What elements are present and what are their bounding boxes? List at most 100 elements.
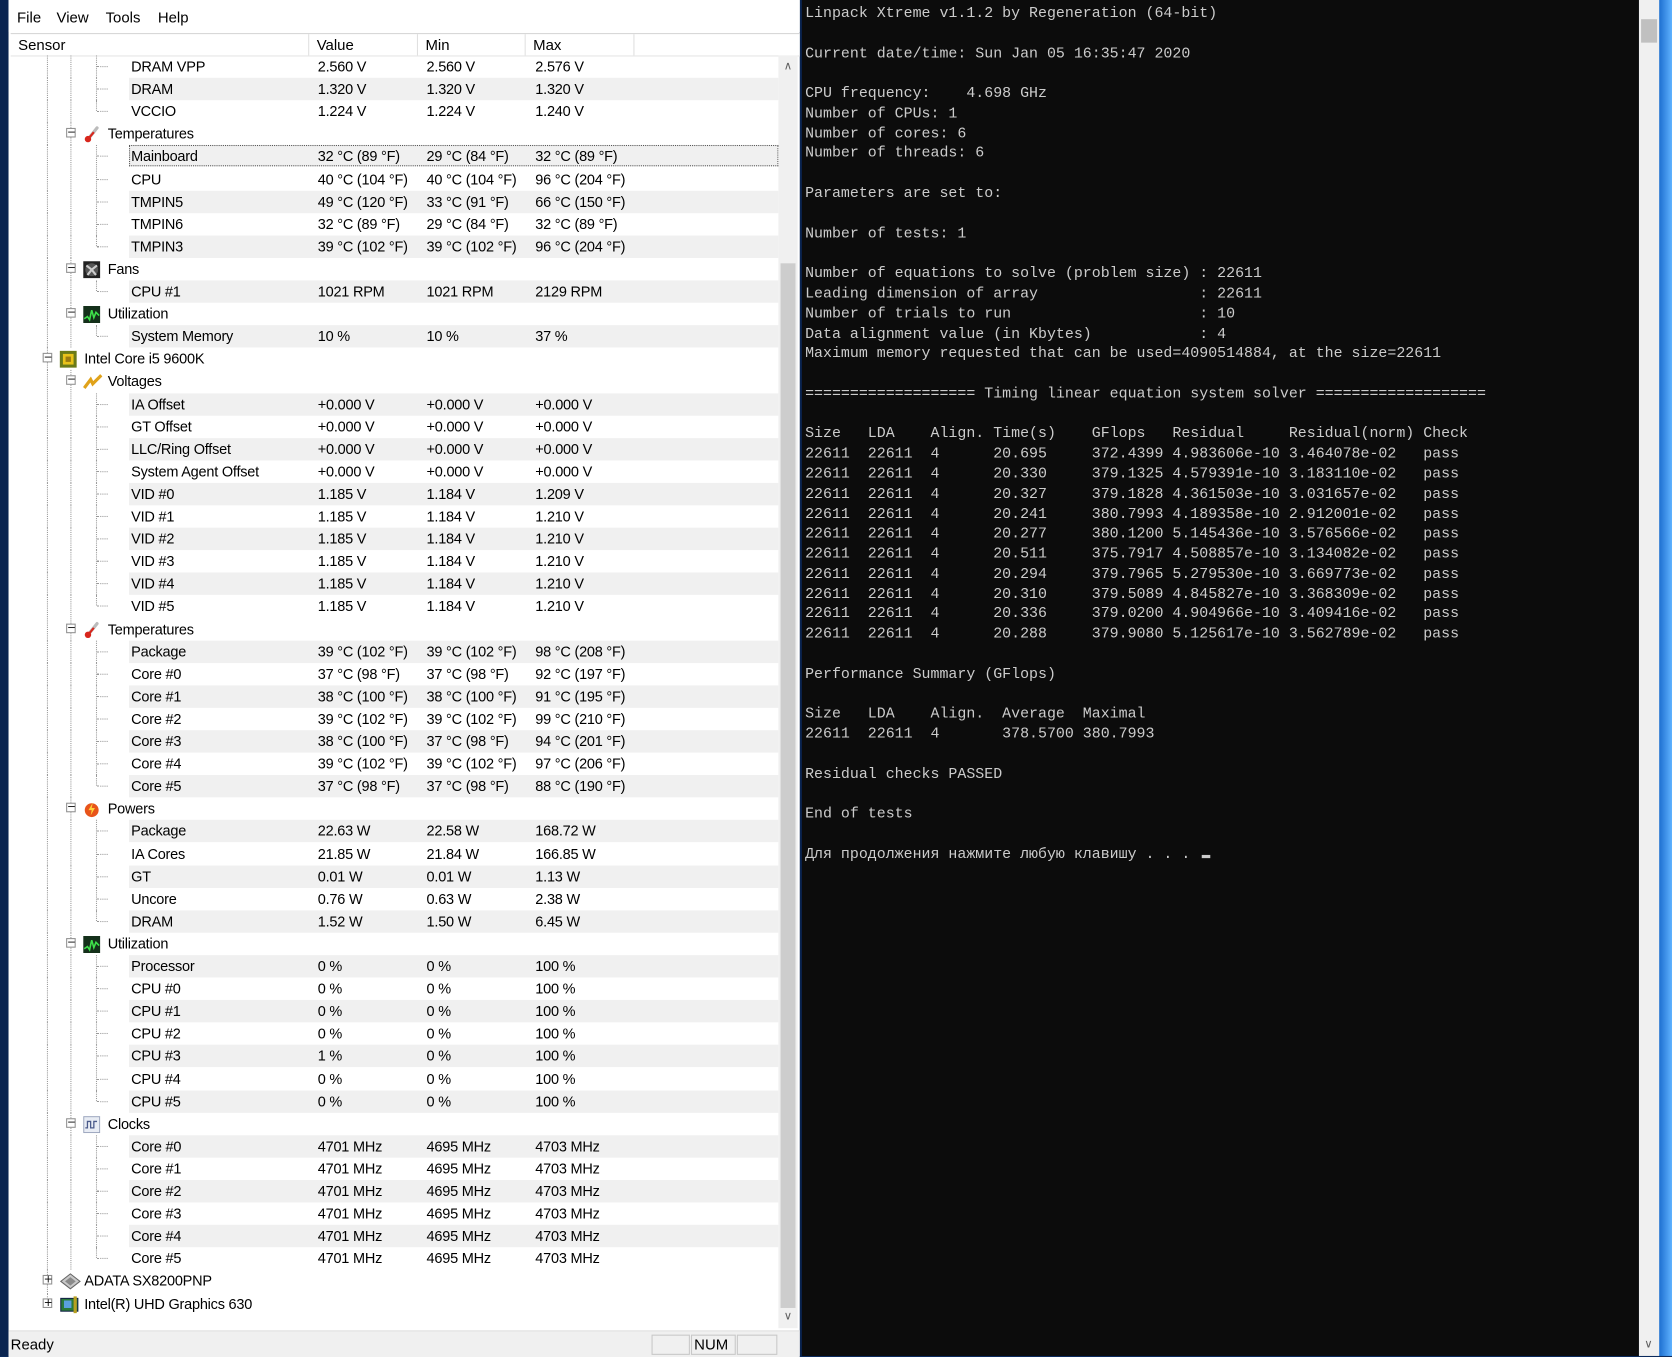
- tree-guide: [46, 1112, 48, 1135]
- sensor-row[interactable]: Uncore 0.76 W 0.63 W 2.38 W: [11, 887, 779, 911]
- scroll-down-arrow-icon[interactable]: ∨: [778, 1308, 797, 1326]
- sensor-row[interactable]: CPU #1 0 % 0 % 100 %: [11, 1000, 779, 1023]
- sensor-row[interactable]: GT Offset +0.000 V +0.000 V +0.000 V: [11, 415, 779, 438]
- collapse-icon[interactable]: −: [42, 353, 53, 363]
- sensor-row[interactable]: DRAM 1.52 W 1.50 W 6.45 W: [11, 910, 779, 933]
- sensor-min: 0.01 W: [426, 868, 472, 885]
- sensor-row[interactable]: VID #5 1.185 V 1.184 V 1.210 V: [11, 595, 779, 618]
- sensor-row[interactable]: VID #4 1.185 V 1.184 V 1.210 V: [11, 572, 779, 596]
- collapse-icon[interactable]: −: [66, 375, 76, 386]
- sensor-row[interactable]: CPU 40 °C (104 °F) 40 °C (104 °F) 96 °C (20…: [11, 167, 779, 191]
- column-min[interactable]: Min: [418, 34, 526, 56]
- tree-group-row[interactable]: − Powers: [11, 797, 779, 821]
- sensor-row[interactable]: Core #4 39 °C (102 °F) 39 °C (102 °F) 97 °C…: [11, 752, 779, 776]
- sensor-row[interactable]: Mainboard 32 °C (89 °F) 29 °C (84 °F) 32 °C…: [11, 145, 779, 168]
- collapse-icon[interactable]: −: [66, 263, 76, 273]
- scroll-up-arrow-icon[interactable]: ∧: [778, 58, 797, 76]
- sensor-label: Core #1: [131, 1160, 182, 1177]
- sensor-row[interactable]: Core #4 4701 MHz 4695 MHz 4703 MHz: [11, 1225, 779, 1248]
- sensor-row[interactable]: CPU #2 0 % 0 % 100 %: [11, 1022, 779, 1045]
- tree-group-row[interactable]: − Utilization: [11, 932, 779, 956]
- collapse-icon[interactable]: −: [66, 128, 76, 138]
- sensor-row[interactable]: DRAM 1.320 V 1.320 V 1.320 V: [11, 77, 779, 101]
- column-value[interactable]: Value: [309, 34, 419, 56]
- column-sensor[interactable]: Sensor: [11, 34, 310, 56]
- sensor-row[interactable]: Core #0 37 °C (98 °F) 37 °C (98 °F) 92 °C (…: [11, 662, 779, 686]
- sensor-row[interactable]: Core #1 38 °C (100 °F) 38 °C (100 °F) 91 °C…: [11, 685, 779, 708]
- console-scrollbar[interactable]: ∨: [1638, 0, 1660, 1356]
- sensor-row[interactable]: IA Offset +0.000 V +0.000 V +0.000 V: [11, 392, 779, 416]
- menu-file[interactable]: File: [17, 9, 41, 26]
- sensor-row[interactable]: VID #3 1.185 V 1.184 V 1.210 V: [11, 550, 779, 573]
- sensor-row[interactable]: CPU #0 0 % 0 % 100 %: [11, 977, 779, 1001]
- tree-scrollbar[interactable]: ∧ ∨: [778, 55, 798, 1329]
- sensor-row[interactable]: Core #3 38 °C (100 °F) 37 °C (98 °F) 94 °C …: [11, 730, 779, 753]
- expand-icon[interactable]: +: [42, 1275, 53, 1285]
- expand-icon[interactable]: +: [42, 1297, 53, 1308]
- sensor-label: GT: [131, 868, 151, 885]
- console-line: CPU frequency: 4.698 GHz: [805, 84, 1486, 104]
- sensor-row[interactable]: IA Cores 21.85 W 21.84 W 166.85 W: [11, 842, 779, 866]
- tree-group-row[interactable]: − Temperatures: [11, 122, 779, 146]
- sensor-row[interactable]: TMPIN5 49 °C (120 °F) 33 °C (91 °F) 66 °C (…: [11, 190, 779, 213]
- sensor-row[interactable]: Core #2 39 °C (102 °F) 39 °C (102 °F) 99 °C…: [11, 707, 779, 731]
- sensor-row[interactable]: DRAM VPP 2.560 V 2.560 V 2.576 V: [11, 55, 779, 78]
- menu-view[interactable]: View: [57, 9, 89, 26]
- sensor-row[interactable]: GT 0.01 W 0.01 W 1.13 W: [11, 865, 779, 888]
- sensor-min: 39 °C (102 °F): [426, 238, 517, 255]
- tree-group-row[interactable]: + ADATA SX8200PNP: [11, 1270, 779, 1293]
- sensor-row[interactable]: CPU #5 0 % 0 % 100 %: [11, 1090, 779, 1113]
- sensor-row[interactable]: VID #1 1.185 V 1.184 V 1.210 V: [11, 505, 779, 528]
- tree-group-row[interactable]: − Clocks: [11, 1112, 779, 1135]
- tree-group-row[interactable]: − Voltages: [11, 370, 779, 393]
- sensor-row[interactable]: Core #3 4701 MHz 4695 MHz 4703 MHz: [11, 1202, 779, 1225]
- tree-group-row[interactable]: − Intel Core i5 9600K: [11, 347, 779, 371]
- sensor-row[interactable]: LLC/Ring Offset +0.000 V +0.000 V +0.000 V: [11, 437, 779, 461]
- menu-help[interactable]: Help: [158, 9, 189, 26]
- collapse-icon[interactable]: −: [66, 1117, 76, 1128]
- sensor-label: Core #0: [131, 665, 182, 682]
- sensor-row[interactable]: TMPIN3 39 °C (102 °F) 39 °C (102 °F) 96 °C …: [11, 235, 779, 258]
- sensor-row[interactable]: VCCIO 1.224 V 1.224 V 1.240 V: [11, 100, 779, 123]
- sensor-label: VID #0: [131, 485, 175, 502]
- collapse-icon[interactable]: −: [66, 308, 76, 318]
- sensor-row[interactable]: Core #1 4701 MHz 4695 MHz 4703 MHz: [11, 1157, 779, 1180]
- sensor-row[interactable]: TMPIN6 32 °C (89 °F) 29 °C (84 °F) 32 °C (8…: [11, 212, 779, 236]
- column-max[interactable]: Max: [526, 34, 635, 56]
- sensor-row[interactable]: Package 22.63 W 22.58 W 168.72 W: [11, 820, 779, 843]
- tree-group-row[interactable]: + Intel(R) UHD Graphics 630: [11, 1292, 779, 1315]
- sensor-row[interactable]: System Memory 10 % 10 % 37 %: [11, 325, 779, 348]
- sensor-row[interactable]: CPU #1 1021 RPM 1021 RPM 2129 RPM: [11, 280, 779, 303]
- tree-guide: [70, 460, 72, 483]
- sensor-row[interactable]: CPU #4 0 % 0 % 100 %: [11, 1067, 779, 1090]
- sensor-label: CPU #4: [131, 1070, 181, 1087]
- collapse-icon[interactable]: −: [66, 802, 76, 813]
- sensor-row[interactable]: System Agent Offset +0.000 V +0.000 V +0.00…: [11, 460, 779, 483]
- tree-group-row[interactable]: − Fans: [11, 257, 779, 281]
- sensor-row[interactable]: VID #0 1.185 V 1.184 V 1.209 V: [11, 482, 779, 506]
- tree-guide: [46, 617, 48, 641]
- console-window[interactable]: Linpack Xtreme v1.1.2 by Regeneration (6…: [801, 0, 1639, 1356]
- tree-guide: [46, 1022, 48, 1045]
- tree-guide: [70, 595, 72, 618]
- console-line: Data alignment value (in Kbytes) : 4: [805, 325, 1486, 345]
- sensor-row[interactable]: Core #5 4701 MHz 4695 MHz 4703 MHz: [11, 1247, 779, 1270]
- sensor-row[interactable]: Core #5 37 °C (98 °F) 37 °C (98 °F) 88 °C (…: [11, 775, 779, 798]
- tree-group-row[interactable]: − Utilization: [11, 302, 779, 326]
- tree-group-row[interactable]: − Temperatures: [11, 617, 779, 641]
- sensor-row[interactable]: Processor 0 % 0 % 100 %: [11, 955, 779, 978]
- sensor-row[interactable]: Core #2 4701 MHz 4695 MHz 4703 MHz: [11, 1180, 779, 1203]
- menu-tools[interactable]: Tools: [106, 9, 141, 26]
- collapse-icon[interactable]: −: [66, 937, 76, 948]
- sensor-row[interactable]: Core #0 4701 MHz 4695 MHz 4703 MHz: [11, 1135, 779, 1158]
- collapse-icon[interactable]: −: [66, 623, 76, 633]
- sensor-row[interactable]: CPU #3 1 % 0 % 100 %: [11, 1045, 779, 1068]
- sensor-value: 0 %: [317, 980, 343, 997]
- scroll-down-arrow-icon[interactable]: ∨: [1639, 1336, 1658, 1354]
- sensor-row[interactable]: VID #2 1.185 V 1.184 V 1.210 V: [11, 527, 779, 551]
- utilization-icon: [83, 306, 101, 324]
- scrollbar-thumb[interactable]: [1641, 19, 1658, 43]
- scrollbar-thumb[interactable]: [780, 263, 796, 1308]
- sensor-row[interactable]: Package 39 °C (102 °F) 39 °C (102 °F) 98 °C…: [11, 640, 779, 663]
- tree-guide: [97, 403, 108, 405]
